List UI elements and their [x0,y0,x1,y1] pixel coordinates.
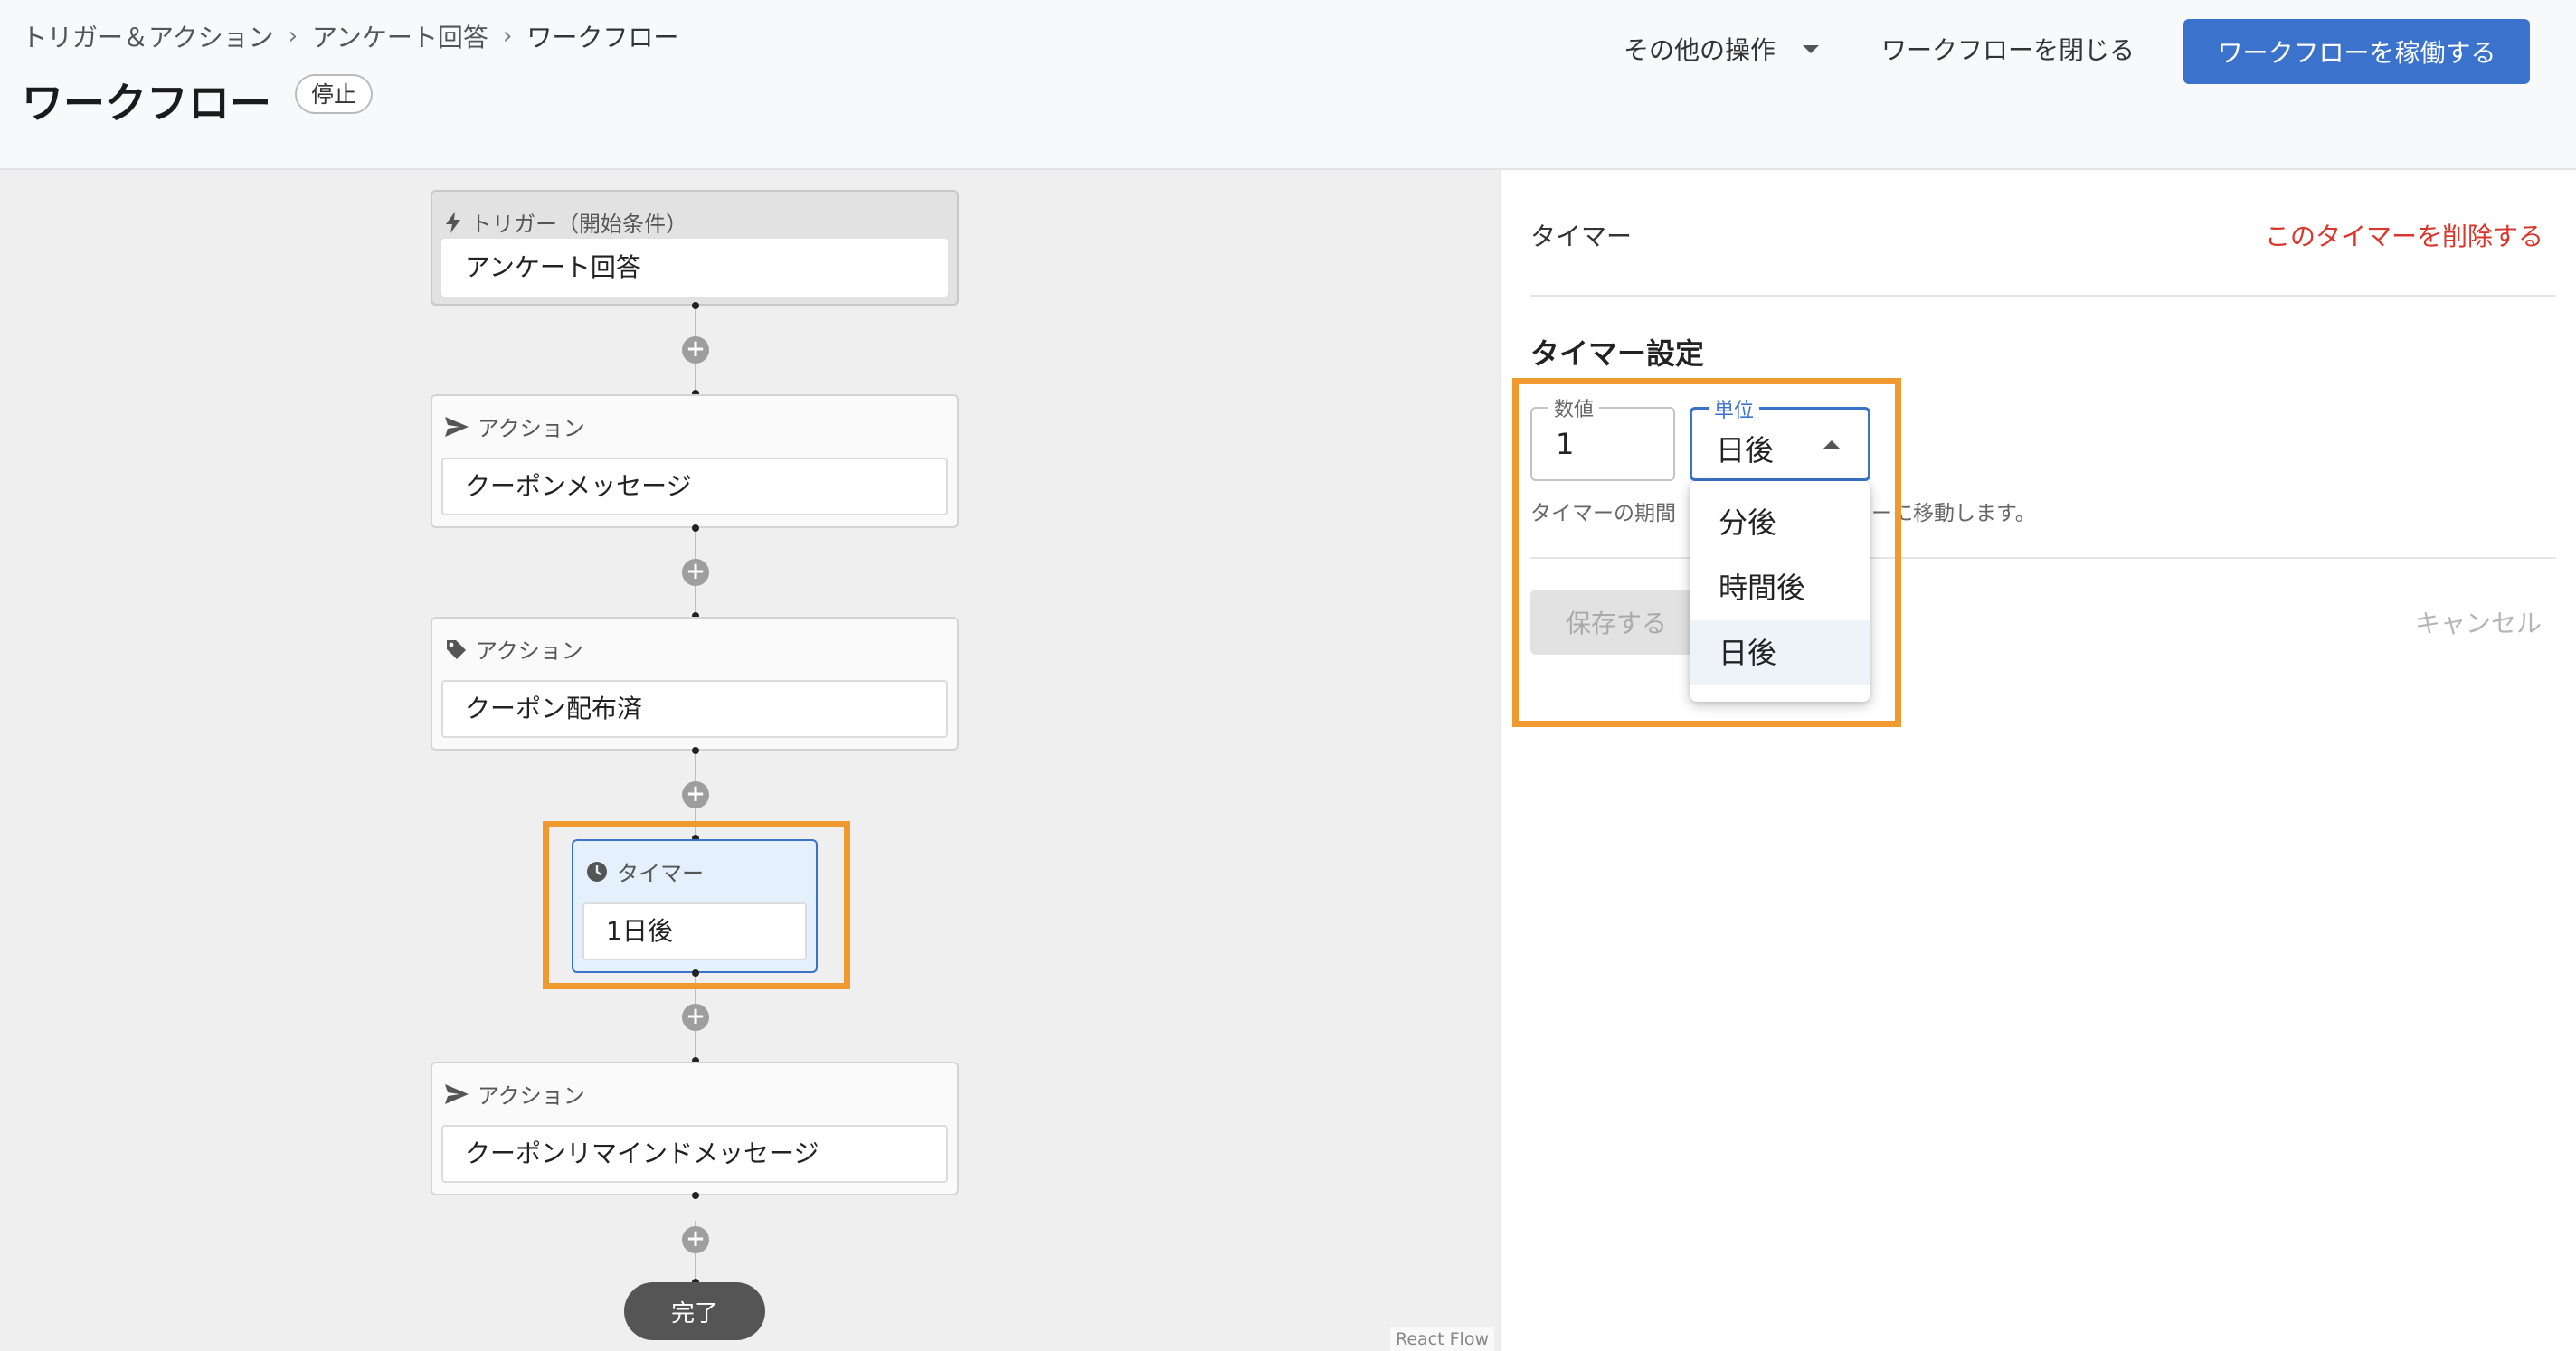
flow-canvas[interactable]: トリガー（開始条件） アンケート回答 + アクション クーポンメッセージ + ア… [0,170,1500,1351]
add-step-button[interactable]: + [682,1226,709,1253]
add-step-button[interactable]: + [682,559,709,586]
send-icon [445,416,469,437]
react-flow-attribution[interactable]: React Flow [1390,1327,1494,1351]
node-handle [692,302,699,309]
node-handle [692,524,699,532]
section-title: タイマー設定 [1530,336,1705,371]
status-badge: 停止 [295,74,374,114]
node-name: アンケート回答 [441,239,948,297]
add-step-button[interactable]: + [682,781,709,808]
lightning-icon [446,211,460,233]
page-header: トリガー＆アクション › アンケート回答 › ワークフロー ワークフロー 停止 … [0,0,2576,170]
action-node-coupon-reminder[interactable]: アクション クーポンリマインドメッセージ [431,1062,959,1195]
action-node-coupon-distributed[interactable]: アクション クーポン配布済 [431,617,959,751]
add-step-button[interactable]: + [682,1004,709,1031]
chevron-down-icon [1803,44,1820,53]
node-name: クーポン配布済 [441,680,948,738]
close-workflow-button[interactable]: ワークフローを閉じる [1881,31,2135,67]
action-node-coupon-message[interactable]: アクション クーポンメッセージ [431,394,959,528]
highlight-box [1512,378,1901,727]
breadcrumb-separator: › [502,23,513,50]
node-type-label: トリガー（開始条件） [470,212,687,237]
panel-title: タイマー [1530,222,1633,251]
node-type-label: アクション [476,638,583,664]
node-handle [692,1192,699,1199]
node-handle [692,747,699,754]
delete-timer-link[interactable]: このタイマーを削除する [2265,217,2543,253]
divider [1530,295,2556,297]
breadcrumb-separator: › [288,23,298,50]
page-title: ワークフロー [22,79,271,128]
tag-icon [447,639,466,659]
node-name: クーポンリマインドメッセージ [441,1125,948,1183]
more-actions-label: その他の操作 [1624,35,1776,65]
breadcrumb-item-current: ワークフロー [526,23,679,52]
activate-workflow-button[interactable]: ワークフローを稼働する [2183,19,2530,84]
node-type-label: アクション [478,1083,585,1109]
timer-settings-panel: タイマー このタイマーを削除する タイマー設定 数値 1 単位 日後 タイマーの… [1501,170,2576,1351]
breadcrumb: トリガー＆アクション › アンケート回答 › ワークフロー [22,18,678,54]
node-type-label: アクション [478,416,585,441]
send-icon [445,1083,469,1104]
breadcrumb-item-triggers[interactable]: トリガー＆アクション [22,18,274,54]
trigger-node[interactable]: トリガー（開始条件） アンケート回答 [431,190,959,306]
cancel-button[interactable]: キャンセル [2415,604,2542,640]
more-actions-button[interactable]: その他の操作 [1624,31,1820,67]
breadcrumb-item-survey[interactable]: アンケート回答 [312,18,488,54]
end-node: 完了 [624,1282,765,1340]
add-step-button[interactable]: + [682,336,709,364]
node-name: クーポンメッセージ [441,458,948,515]
highlight-box [543,821,850,989]
